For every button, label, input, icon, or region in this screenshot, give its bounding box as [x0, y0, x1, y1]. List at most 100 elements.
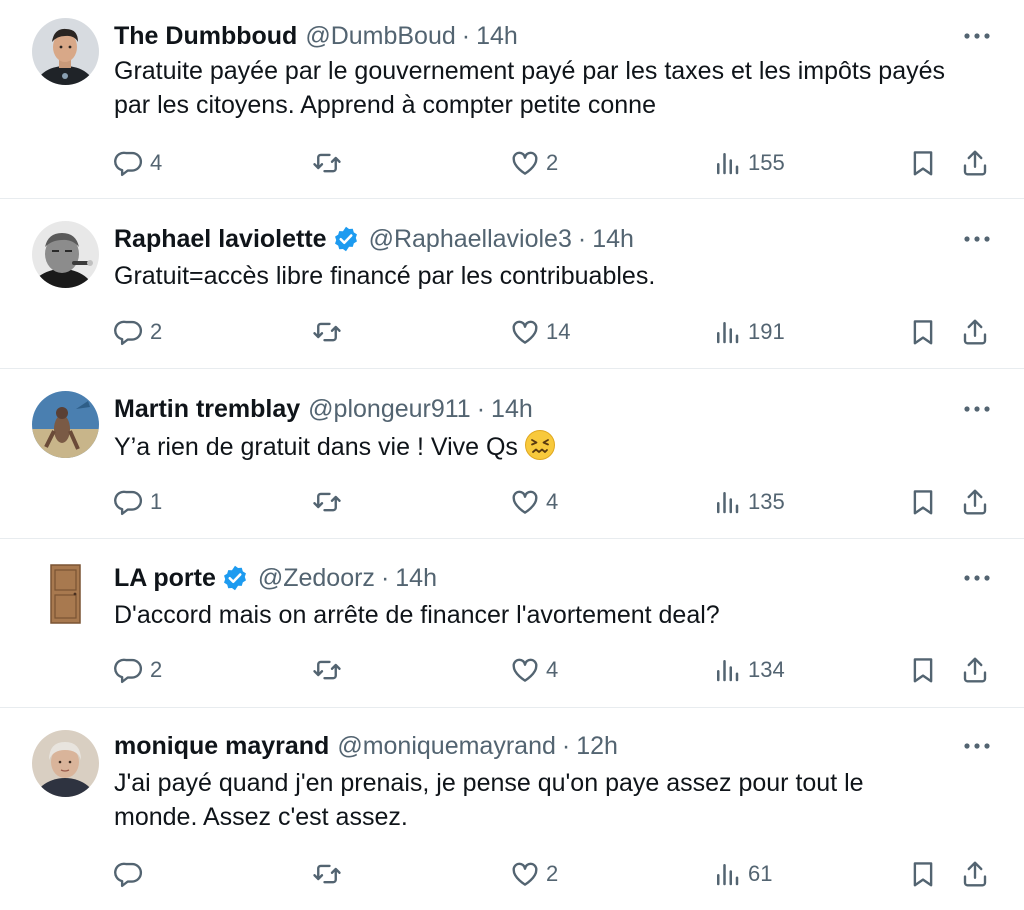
share-button[interactable]: [960, 650, 990, 690]
reply-button[interactable]: 2: [114, 312, 162, 352]
avatar[interactable]: [32, 18, 99, 85]
heart-icon: [512, 862, 538, 886]
avatar[interactable]: [32, 730, 99, 797]
bookmark-button[interactable]: [908, 650, 938, 690]
retweet-icon: [313, 864, 341, 884]
reply-icon: [114, 658, 143, 684]
separator-dot: ·: [577, 225, 587, 253]
retweet-icon: [313, 492, 341, 512]
timestamp[interactable]: 14h: [491, 393, 533, 425]
reply-button[interactable]: 4: [114, 143, 162, 183]
timestamp[interactable]: 12h: [576, 730, 618, 762]
views-button[interactable]: 61: [712, 854, 772, 894]
more-icon[interactable]: [960, 24, 994, 48]
share-icon: [963, 489, 987, 515]
like-button[interactable]: 2: [510, 143, 558, 183]
reply-icon: [114, 151, 143, 177]
display-name[interactable]: monique mayrand: [114, 730, 329, 762]
retweet-button[interactable]: [312, 854, 348, 894]
reply-feed: The Dumbboud @DumbBoud · 14h Gratuite pa…: [0, 0, 1024, 910]
share-icon: [963, 861, 987, 887]
heart-icon: [512, 320, 538, 344]
tweet[interactable]: Martin tremblay @plongeur911 · 14h Y’a r…: [0, 369, 1024, 539]
reply-button[interactable]: 2: [114, 650, 162, 690]
more-icon[interactable]: [960, 397, 994, 421]
tweet[interactable]: The Dumbboud @DumbBoud · 14h Gratuite pa…: [0, 0, 1024, 199]
avatar[interactable]: [32, 221, 99, 288]
timestamp[interactable]: 14h: [395, 562, 437, 594]
bookmark-icon: [913, 658, 933, 683]
bookmark-button[interactable]: [908, 482, 938, 522]
avatar[interactable]: [32, 391, 99, 458]
avatar[interactable]: [32, 561, 99, 628]
more-icon[interactable]: [960, 227, 994, 251]
retweet-button[interactable]: [312, 482, 348, 522]
retweet-icon: [313, 660, 341, 680]
handle[interactable]: @plongeur911: [308, 393, 471, 425]
like-button[interactable]: 4: [510, 482, 558, 522]
more-icon[interactable]: [960, 566, 994, 590]
more-icon[interactable]: [960, 734, 994, 758]
like-count: 14: [546, 319, 571, 344]
reply-icon: [114, 320, 143, 346]
view-count: 134: [748, 657, 785, 682]
share-button[interactable]: [960, 482, 990, 522]
avatar-image-bw-portrait: [32, 221, 99, 288]
retweet-button[interactable]: [312, 312, 348, 352]
handle[interactable]: @DumbBoud: [305, 20, 455, 52]
tweet-text: Y’a rien de gratuit dans vie ! Vive Qs: [114, 433, 518, 461]
like-button[interactable]: 14: [510, 312, 570, 352]
tweet-text: D'accord mais on arrête de financer l'av…: [114, 601, 720, 629]
display-name[interactable]: The Dumbboud: [114, 20, 297, 52]
tweet[interactable]: monique mayrand @moniquemayrand · 12h J'…: [0, 708, 1024, 910]
bookmark-icon: [913, 320, 933, 345]
avatar-image-door: [32, 561, 99, 628]
view-count: 155: [748, 150, 785, 175]
share-button[interactable]: [960, 854, 990, 894]
views-icon: [717, 864, 739, 886]
verified-badge-icon: [332, 225, 360, 253]
heart-icon: [512, 490, 538, 514]
views-button[interactable]: 135: [712, 482, 785, 522]
tweet-text-container: Y’a rien de gratuit dans vie ! Vive Qs: [114, 429, 974, 464]
avatar-image-diver: [32, 391, 99, 458]
views-button[interactable]: 191: [712, 312, 785, 352]
retweet-button[interactable]: [312, 143, 348, 183]
separator-dot: ·: [561, 732, 571, 760]
reply-button[interactable]: 1: [114, 482, 162, 522]
action-bar: 1 4 135: [0, 482, 1024, 522]
reply-count: 2: [150, 319, 163, 344]
bookmark-button[interactable]: [908, 143, 938, 183]
bookmark-button[interactable]: [908, 854, 938, 894]
views-button[interactable]: 155: [712, 143, 785, 183]
tweet[interactable]: LA porte @Zedoorz · 14h D'accord mais on…: [0, 539, 1024, 708]
separator-dot: ·: [476, 395, 486, 423]
like-button[interactable]: 4: [510, 650, 558, 690]
handle[interactable]: @Zedoorz: [258, 562, 375, 594]
timestamp[interactable]: 14h: [476, 20, 518, 52]
handle[interactable]: @Raphaellaviole3: [369, 223, 572, 255]
share-button[interactable]: [960, 143, 990, 183]
bookmark-button[interactable]: [908, 312, 938, 352]
like-button[interactable]: 2: [510, 854, 558, 894]
reply-button[interactable]: [114, 854, 150, 894]
tweet-header: Raphael laviolette @Raphaellaviole3 · 14…: [114, 223, 634, 255]
retweet-icon: [313, 322, 341, 342]
retweet-button[interactable]: [312, 650, 348, 690]
like-count: 2: [546, 861, 559, 886]
tweet-text: Gratuit=accès libre financé par les cont…: [114, 262, 656, 290]
display-name[interactable]: Raphael laviolette: [114, 223, 327, 255]
tweet[interactable]: Raphael laviolette @Raphaellaviole3 · 14…: [0, 199, 1024, 369]
timestamp[interactable]: 14h: [592, 223, 634, 255]
views-icon: [717, 153, 739, 175]
bookmark-icon: [913, 490, 933, 515]
like-count: 4: [546, 489, 559, 514]
views-button[interactable]: 134: [712, 650, 785, 690]
display-name[interactable]: Martin tremblay: [114, 393, 300, 425]
display-name[interactable]: LA porte: [114, 562, 216, 594]
reply-count: 4: [150, 150, 163, 175]
handle[interactable]: @moniquemayrand: [337, 730, 556, 762]
view-count: 135: [748, 489, 785, 514]
share-button[interactable]: [960, 312, 990, 352]
avatar-image-woman: [32, 730, 99, 797]
